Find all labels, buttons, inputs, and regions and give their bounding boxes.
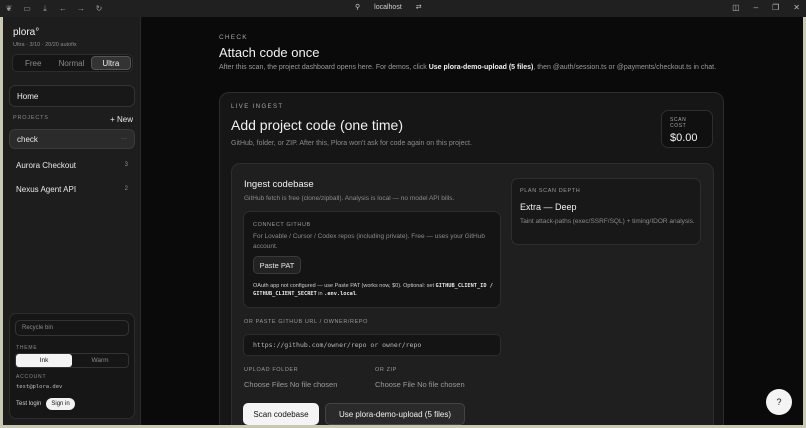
upload-folder-input[interactable]: Choose Files No file chosen xyxy=(244,380,337,389)
site-info-icon[interactable]: ⚲ xyxy=(355,3,360,11)
url-host: localhost xyxy=(374,3,402,11)
tree-icon[interactable]: ❦ xyxy=(0,4,18,13)
paste-url-label: OR PASTE GITHUB URL / OWNER/REPO xyxy=(244,319,369,325)
forward-icon[interactable]: → xyxy=(72,4,90,13)
page-title: Attach code once xyxy=(219,45,320,60)
settings-panel: Recycle bin THEME Ink Warm ACCOUNT test@… xyxy=(9,313,135,419)
card-title: Add project code (one time) xyxy=(231,117,403,133)
page-eyebrow: CHECK xyxy=(219,34,248,41)
github-url-input[interactable]: https://github.com/owner/repo or owner/r… xyxy=(243,334,501,356)
reload-icon[interactable]: ↻ xyxy=(90,4,108,13)
project-menu-icon[interactable]: ··· xyxy=(121,136,127,142)
help-button[interactable]: ? xyxy=(766,389,792,415)
project-count: 3 xyxy=(124,162,128,168)
connect-github-box: CONNECT GITHUB For Lovable / Cursor / Co… xyxy=(243,211,501,308)
download-icon[interactable]: ⤓ xyxy=(36,4,54,14)
scan-cost-value: $0.00 xyxy=(670,132,698,144)
project-count: 2 xyxy=(124,186,128,192)
brand-logo: plora° xyxy=(13,27,40,38)
sidebar: plora° Ultra · 3/10 · 20/20 autofix Free… xyxy=(3,17,141,425)
tier-switch: Free Normal Ultra xyxy=(12,54,133,72)
ingest-title: Ingest codebase xyxy=(244,179,314,190)
env-var-client-secret: GITHUB_CLIENT_SECRET xyxy=(253,291,317,297)
zip-label: OR ZIP xyxy=(375,367,397,373)
close-icon[interactable]: ✕ xyxy=(793,3,800,12)
env-file-name: .env.local xyxy=(324,291,357,297)
swap-icon[interactable]: ⇄ xyxy=(416,3,422,11)
minimize-icon[interactable]: – xyxy=(754,3,758,12)
theme-ink[interactable]: Ink xyxy=(16,354,72,367)
back-icon[interactable]: ← xyxy=(54,4,72,13)
account-heading: ACCOUNT xyxy=(16,374,47,380)
main-content: CHECK Attach code once After this scan, … xyxy=(142,17,803,425)
live-ingest-card: LIVE INGEST Add project code (one time) … xyxy=(219,92,724,425)
sidebar-item-project-aurora[interactable]: Aurora Checkout 3 xyxy=(9,155,135,175)
project-name: Nexus Agent API xyxy=(16,184,77,194)
test-login-button[interactable]: Test login xyxy=(16,401,41,407)
sidebar-item-home[interactable]: Home xyxy=(9,85,135,107)
projects-header: PROJECTS + New xyxy=(13,115,133,124)
tier-ultra[interactable]: Ultra xyxy=(90,56,131,70)
scan-cost-badge: SCAN COST $0.00 xyxy=(661,110,713,148)
upload-folder-label: UPLOAD FOLDER xyxy=(244,367,299,373)
app-window: plora° Ultra · 3/10 · 20/20 autofix Free… xyxy=(3,17,803,425)
use-demo-upload-button[interactable]: Use plora-demo-upload (5 files) xyxy=(325,403,465,425)
card-description: GitHub, folder, or ZIP. After this, Plor… xyxy=(231,140,472,147)
plan-scan-depth-box: PLAN SCAN DEPTH Extra — Deep Taint attac… xyxy=(511,178,701,245)
projects-heading: PROJECTS xyxy=(13,115,49,121)
ingest-panel: Ingest codebase GitHub fetch is free (cl… xyxy=(231,163,714,425)
account-email: test@plora.dev xyxy=(16,384,63,390)
card-eyebrow: LIVE INGEST xyxy=(231,104,284,110)
scan-cost-label: SCAN COST xyxy=(670,117,687,129)
address-bar[interactable]: ⚲ localhost ⇄ xyxy=(355,3,422,12)
project-name: check xyxy=(17,134,38,144)
project-name: Aurora Checkout xyxy=(16,160,77,170)
split-view-icon[interactable]: ◫ xyxy=(732,3,740,12)
oauth-text-end: . xyxy=(356,291,358,297)
sidebar-item-project-nexus[interactable]: Nexus Agent API 2 xyxy=(9,179,135,199)
paste-pat-button[interactable]: Paste PAT xyxy=(253,256,301,274)
intro-text: After this scan, the project dashboard o… xyxy=(219,64,429,71)
intro-text-suffix: , then @auth/session.ts or @payments/che… xyxy=(533,64,717,71)
env-var-separator: / xyxy=(486,283,493,289)
env-var-client-id: GITHUB_CLIENT_ID xyxy=(435,283,487,289)
tier-normal[interactable]: Normal xyxy=(52,56,90,70)
ingest-description: GitHub fetch is free (clone/zipball). An… xyxy=(244,195,455,202)
theme-heading: THEME xyxy=(16,345,38,351)
restore-icon[interactable]: ❐ xyxy=(772,3,779,12)
scan-depth-label: PLAN SCAN DEPTH xyxy=(520,188,581,194)
browser-toolbar: ❦ ▭ ⤓ ← → ↻ ⚲ localhost ⇄ ◫ – ❐ ✕ xyxy=(0,0,806,17)
scan-codebase-button[interactable]: Scan codebase xyxy=(243,403,319,425)
intro-demo-link[interactable]: Use plora-demo-upload (5 files) xyxy=(429,64,534,71)
sidebar-item-project-check[interactable]: check ··· xyxy=(9,129,135,149)
sign-in-button[interactable]: Sign in xyxy=(46,398,75,410)
scan-depth-description: Taint attack-paths (exec/SSRF/SQL) + tim… xyxy=(520,218,695,225)
tier-free[interactable]: Free xyxy=(14,56,52,70)
recycle-bin-button[interactable]: Recycle bin xyxy=(15,320,129,336)
scan-depth-value: Extra — Deep xyxy=(520,202,577,212)
sidebar-toggle-icon[interactable]: ▭ xyxy=(18,4,36,13)
zip-file-input[interactable]: Choose File No file chosen xyxy=(375,380,465,389)
oauth-text: OAuth app not configured — use Paste PAT… xyxy=(253,283,436,289)
page-intro: After this scan, the project dashboard o… xyxy=(219,63,729,73)
login-row: Test login Sign in xyxy=(16,398,75,410)
theme-warm[interactable]: Warm xyxy=(72,354,128,367)
connect-github-label: CONNECT GITHUB xyxy=(253,222,311,228)
new-project-button[interactable]: + New xyxy=(110,115,133,124)
connect-github-description: For Lovable / Cursor / Codex repos (incl… xyxy=(253,233,485,250)
plan-usage: Ultra · 3/10 · 20/20 autofix xyxy=(13,42,77,48)
theme-switch: Ink Warm xyxy=(15,353,129,368)
oauth-notice: OAuth app not configured — use Paste PAT… xyxy=(253,282,493,298)
